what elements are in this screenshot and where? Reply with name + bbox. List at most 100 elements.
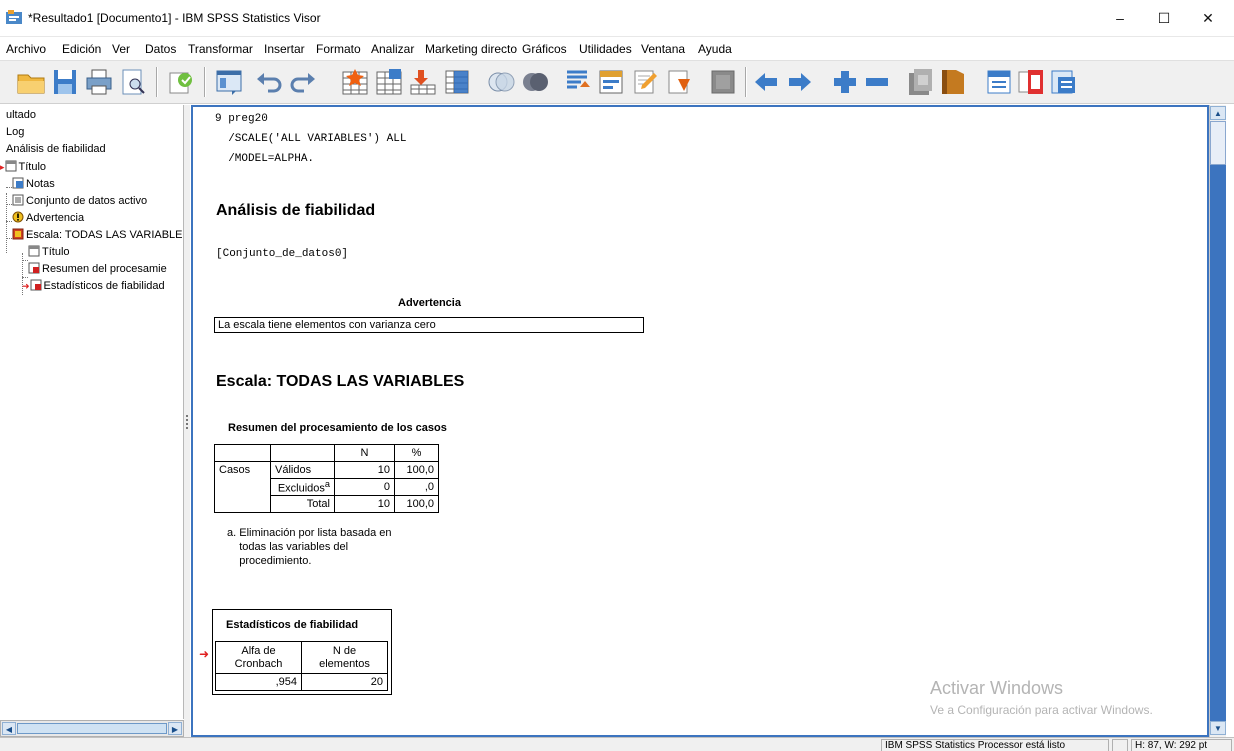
row-label-text: Excluidos — [277, 482, 325, 495]
footnote-marker: a — [324, 479, 330, 490]
table-icon — [30, 279, 42, 291]
menu-archivo[interactable]: Archivo — [6, 42, 46, 56]
notes-icon — [12, 177, 24, 189]
show-output-icon[interactable] — [664, 67, 694, 97]
demote-icon[interactable] — [784, 67, 814, 97]
row-label: Válidos — [270, 461, 335, 479]
expand-icon[interactable] — [830, 67, 860, 97]
cell-pct: 100,0 — [394, 495, 439, 513]
outline-item-label: Estadísticos de fiabilidad — [43, 280, 165, 292]
redo-icon[interactable] — [288, 67, 318, 97]
menu-datos[interactable]: Datos — [145, 42, 176, 56]
menu-insertar[interactable]: Insertar — [264, 42, 305, 56]
scroll-up-icon[interactable]: ▲ — [1210, 106, 1226, 120]
menu-bar: Archivo Edición Ver Datos Transformar In… — [0, 36, 1234, 60]
variables-icon[interactable] — [408, 67, 438, 97]
table-row: Casos Válidos 10 100,0 — [214, 461, 439, 479]
scroll-right-icon[interactable]: ▶ — [168, 722, 182, 735]
menu-transformar[interactable]: Transformar — [188, 42, 253, 56]
value-labels-icon[interactable] — [596, 67, 626, 97]
outline-item-titulo-2[interactable]: Título — [28, 245, 70, 259]
hidden-icon[interactable] — [708, 67, 738, 97]
designate-window-icon[interactable] — [630, 67, 660, 97]
minimize-button[interactable]: – — [1098, 6, 1142, 30]
insert-heading-icon[interactable] — [984, 67, 1014, 97]
print-preview-icon[interactable] — [118, 67, 148, 97]
menu-graficos[interactable]: Gráficos — [522, 42, 567, 56]
menu-ver[interactable]: Ver — [112, 42, 130, 56]
menu-analizar[interactable]: Analizar — [371, 42, 414, 56]
table-header-pct: % — [394, 444, 439, 462]
menu-marketing-directo[interactable]: Marketing directo — [425, 42, 517, 56]
menu-utilidades[interactable]: Utilidades — [579, 42, 632, 56]
maximize-button[interactable]: ☐ — [1142, 6, 1186, 30]
processor-status: IBM SPSS Statistics Processor está listo — [881, 739, 1109, 751]
menu-ayuda[interactable]: Ayuda — [698, 42, 732, 56]
recall-dialog-icon[interactable] — [214, 67, 244, 97]
scrollbar-thumb[interactable] — [17, 723, 167, 734]
cell-pct: ,0 — [394, 478, 439, 496]
header-n-elementos: N de elementos — [301, 641, 388, 674]
outline-item-label: Log — [6, 126, 25, 138]
table-cell — [214, 495, 271, 513]
outline-item-estadisticos-fiabilidad[interactable]: ➜ Estadísticos de fiabilidad — [22, 279, 165, 293]
print-icon[interactable] — [84, 67, 114, 97]
syntax-line: 9 preg20 — [215, 113, 268, 125]
outline-pane: ultado Log Análisis de fiabilidad ▸ Títul… — [0, 105, 184, 719]
menu-edicion[interactable]: Edición — [62, 42, 101, 56]
spss-app-icon — [6, 10, 22, 24]
table-cell — [270, 444, 335, 462]
menu-formato[interactable]: Formato — [316, 42, 361, 56]
outline-item-conjunto-datos[interactable]: Conjunto de datos activo — [12, 194, 147, 208]
select-cases-icon[interactable] — [442, 67, 472, 97]
outline-item-advertencia[interactable]: Advertencia — [12, 211, 84, 225]
export-icon[interactable] — [166, 67, 196, 97]
header-alfa: Alfa de Cronbach — [215, 641, 302, 674]
spss-viewer-window: *Resultado1 [Documento1] - IBM SPSS Stat… — [0, 0, 1234, 751]
dataset-label: [Conjunto_de_datos0] — [216, 248, 349, 260]
table-row: Alfa de Cronbach N de elementos — [215, 641, 388, 674]
goto-data-icon[interactable] — [340, 67, 370, 97]
outline-item-label: Resumen del procesamie — [42, 263, 167, 275]
outline-item-resultado[interactable]: ultado — [6, 109, 36, 122]
outline-item-analisis-fiabilidad[interactable]: Análisis de fiabilidad — [6, 143, 106, 156]
scroll-left-icon[interactable]: ◀ — [2, 722, 16, 735]
outline-item-notas[interactable]: Notas — [12, 177, 55, 191]
splitter-grip[interactable] — [186, 415, 188, 429]
show-icon[interactable] — [906, 67, 936, 97]
output-vertical-scrollbar[interactable]: ▲ ▼ — [1209, 105, 1226, 737]
circles-icon[interactable] — [520, 67, 550, 97]
table-header-n: N — [334, 444, 395, 462]
table-row: Excluidosa 0 ,0 — [214, 478, 439, 496]
insert-title-icon[interactable] — [1016, 67, 1046, 97]
circle-icon[interactable] — [486, 67, 516, 97]
menu-ventana[interactable]: Ventana — [641, 42, 685, 56]
selection-arrow-icon: ➜ — [22, 281, 30, 291]
weight-icon[interactable] — [562, 67, 592, 97]
outline-item-resumen[interactable]: Resumen del procesamie — [28, 262, 167, 276]
save-icon[interactable] — [50, 67, 80, 97]
cell-n-items: 20 — [301, 673, 388, 691]
scrollbar-thumb[interactable] — [1210, 121, 1226, 165]
outline-item-log[interactable]: Log — [6, 126, 24, 139]
goto-case-icon[interactable] — [374, 67, 404, 97]
row-group-label: Casos — [214, 461, 271, 479]
warning-caption: Advertencia — [398, 297, 461, 309]
outline-item-titulo[interactable]: ▸ Título — [0, 160, 46, 174]
close-button[interactable]: ✕ — [1186, 6, 1230, 30]
outline-horizontal-scrollbar[interactable]: ◀ ▶ — [0, 720, 184, 737]
scrollbar-track[interactable] — [1210, 165, 1226, 721]
outline-item-label: Título — [42, 246, 70, 258]
activation-watermark-subtitle: Ve a Configuración para activar Windows. — [930, 703, 1153, 717]
undo-icon[interactable] — [254, 67, 284, 97]
hide-icon[interactable] — [938, 67, 968, 97]
promote-icon[interactable] — [752, 67, 782, 97]
insert-text-icon[interactable] — [1048, 67, 1078, 97]
outline-item-escala[interactable]: Escala: TODAS LAS VARIABLE — [12, 228, 183, 242]
open-icon[interactable] — [16, 67, 46, 97]
collapse-icon[interactable] — [862, 67, 892, 97]
selected-arrow-icon: ➜ — [199, 647, 210, 661]
outline-item-label: Conjunto de datos activo — [26, 195, 148, 207]
warning-box: La escala tiene elementos con varianza c… — [214, 317, 644, 333]
scroll-down-icon[interactable]: ▼ — [1210, 721, 1226, 735]
